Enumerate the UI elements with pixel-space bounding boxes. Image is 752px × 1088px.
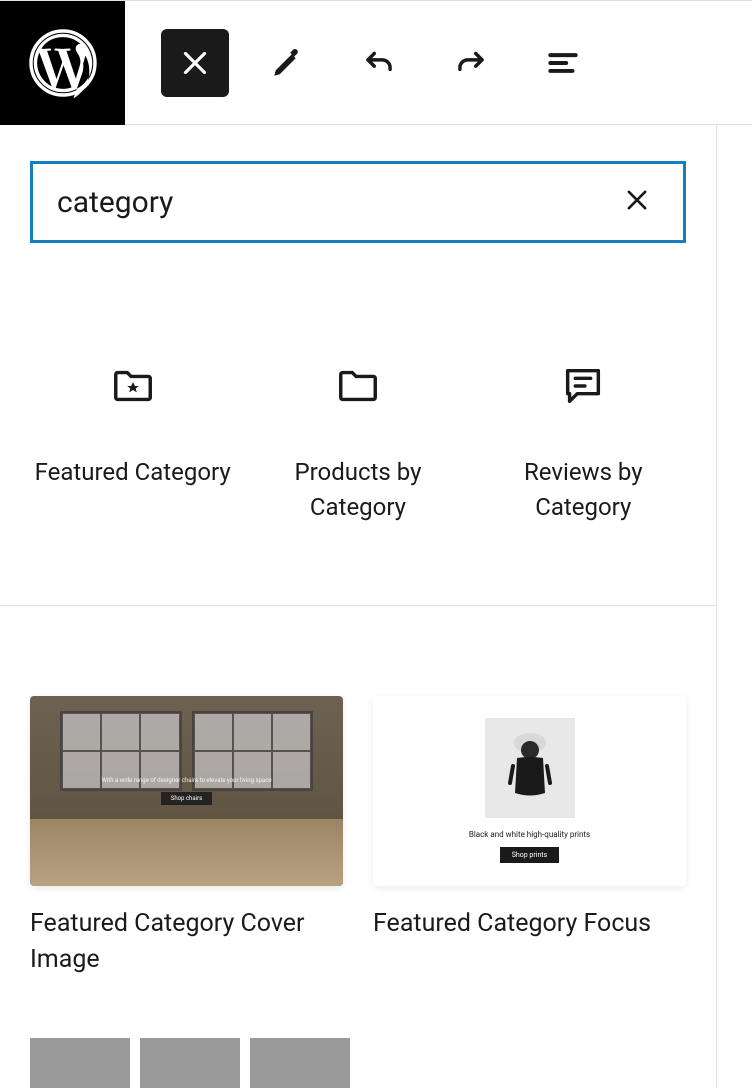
pencil-icon — [268, 44, 306, 82]
undo-icon — [360, 44, 398, 82]
block-reviews-by-category[interactable]: Reviews by Category — [471, 343, 696, 545]
pattern-label: Featured Category Cover Image — [30, 906, 343, 979]
close-icon — [623, 186, 651, 214]
redo-icon — [452, 44, 490, 82]
close-inserter-button[interactable] — [161, 29, 229, 97]
pattern-focus[interactable]: Black and white high-quality prints Shop… — [373, 696, 686, 979]
wordpress-logo[interactable] — [0, 1, 125, 125]
block-label: Reviews by Category — [481, 455, 686, 525]
edit-button[interactable] — [253, 29, 321, 97]
folder-star-icon — [110, 363, 156, 413]
folder-icon — [335, 363, 381, 413]
editor-header — [0, 1, 752, 125]
inserter-panel: Featured Category Products by Category — [0, 125, 717, 1088]
pattern-cover-image[interactable]: With a wide range of designer chairs to … — [30, 696, 343, 979]
redo-button[interactable] — [437, 29, 505, 97]
pattern-preview: Black and white high-quality prints Shop… — [373, 696, 686, 886]
document-overview-button[interactable] — [529, 29, 597, 97]
preview-caption: Black and white high-quality prints — [469, 830, 590, 839]
pattern-preview: With a wide range of designer chairs to … — [30, 696, 343, 886]
undo-button[interactable] — [345, 29, 413, 97]
blocks-grid: Featured Category Products by Category — [0, 243, 716, 606]
search-box — [30, 161, 686, 243]
thumbnail-row — [0, 978, 716, 1088]
right-gutter — [717, 125, 752, 1088]
review-icon — [560, 363, 606, 413]
block-featured-category[interactable]: Featured Category — [20, 343, 245, 545]
search-input[interactable] — [57, 185, 615, 220]
content-wrap: Featured Category Products by Category — [0, 125, 752, 1088]
pattern-label: Featured Category Focus — [373, 906, 686, 942]
toolbar — [125, 29, 597, 97]
preview-button: Shop chairs — [161, 792, 212, 805]
list-view-icon — [544, 44, 582, 82]
thumbnail — [30, 1038, 130, 1088]
close-icon — [176, 44, 214, 82]
wordpress-icon — [28, 28, 98, 98]
thumbnail — [250, 1038, 350, 1088]
block-label: Featured Category — [35, 455, 231, 490]
clear-search-button[interactable] — [615, 178, 659, 226]
block-products-by-category[interactable]: Products by Category — [245, 343, 470, 545]
figure-icon — [505, 728, 555, 808]
block-label: Products by Category — [255, 455, 460, 525]
search-container — [0, 125, 716, 243]
preview-subtitle: With a wide range of designer chairs to … — [101, 777, 271, 784]
thumbnail — [140, 1038, 240, 1088]
preview-button: Shop prints — [500, 847, 559, 863]
patterns-section: With a wide range of designer chairs to … — [0, 606, 716, 979]
